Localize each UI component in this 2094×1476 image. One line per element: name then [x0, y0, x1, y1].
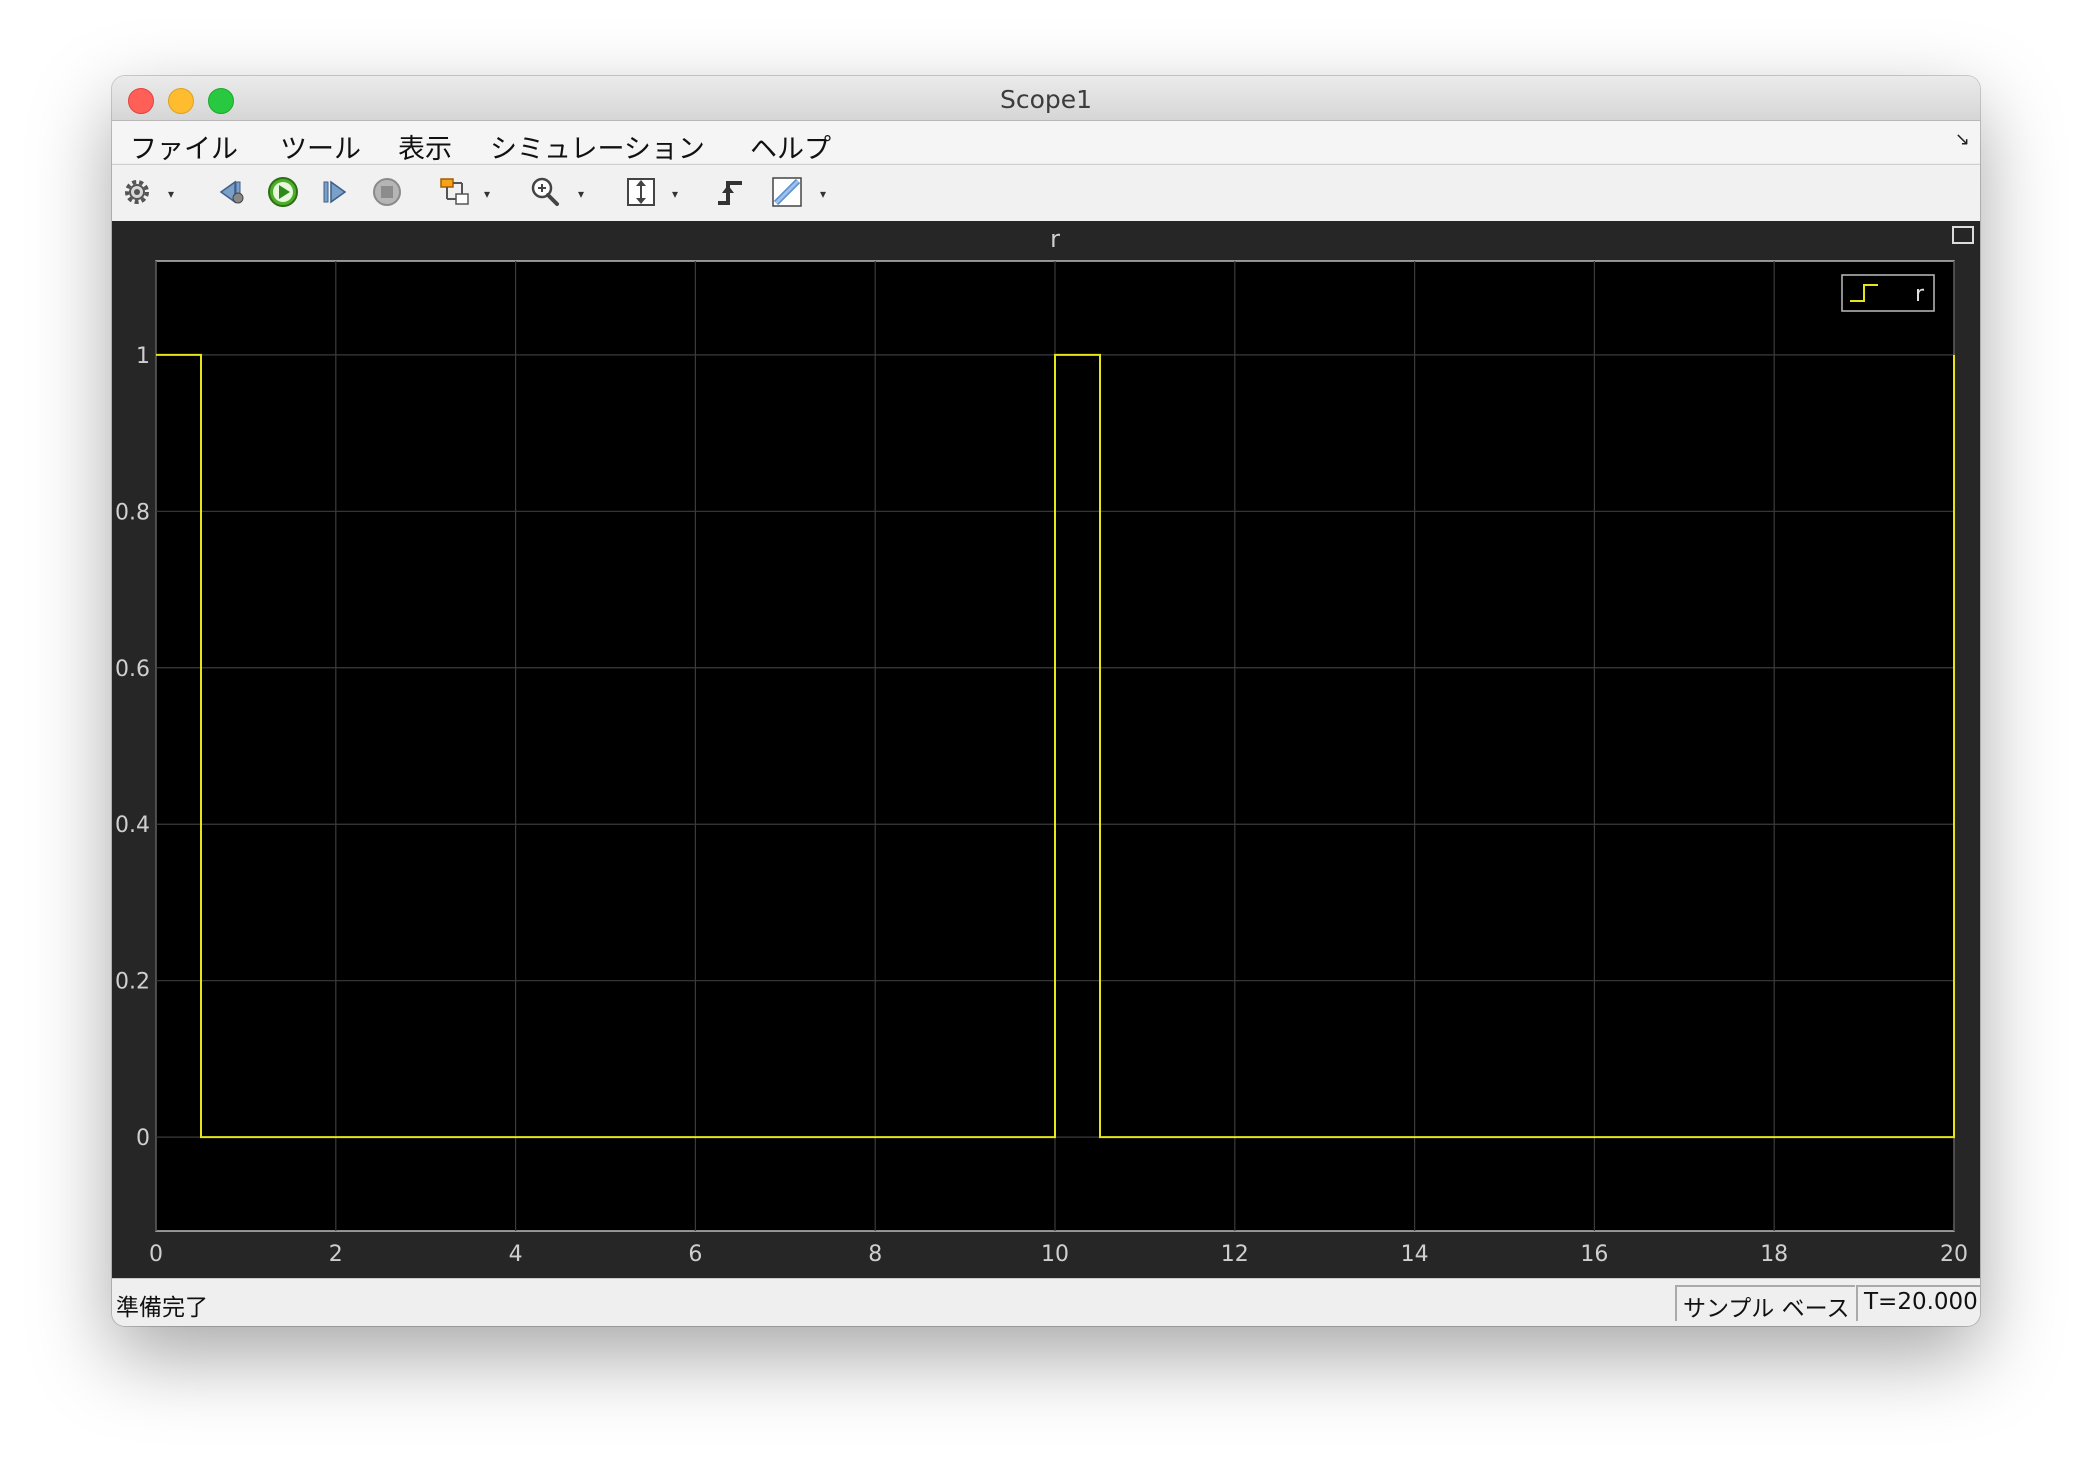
y-tick-label: 1	[136, 344, 150, 369]
x-tick-label: 2	[329, 1242, 343, 1267]
y-tick-label: 0	[136, 1126, 150, 1151]
status-bar: 準備完了 サンプル ベース T=20.000	[112, 1278, 1980, 1326]
time-cell: T=20.000	[1856, 1285, 1980, 1321]
x-tick-label: 10	[1041, 1242, 1069, 1267]
block-diagram-icon[interactable]	[436, 173, 474, 211]
menu-view[interactable]: 表示	[398, 127, 452, 166]
scope-window: Scope1 ファイル ツール 表示 シミュレーション ヘルプ ↘ ▾ ▾ ▾ …	[112, 76, 1980, 1326]
scope-display: r 0 2 4 6 8 10 12 14 16 18 20 0 0.2 0.4 0.6 0.8 1 r	[112, 221, 1980, 1278]
undock-arrow-icon[interactable]: ↘	[1955, 129, 1970, 150]
y-tick-label: 0.2	[115, 970, 150, 995]
y-tick-label: 0.8	[115, 500, 150, 525]
step-forward-icon[interactable]	[316, 173, 354, 211]
menu-simulation[interactable]: シミュレーション	[490, 127, 705, 166]
zoom-in-icon[interactable]	[526, 173, 564, 211]
stop-icon[interactable]	[368, 173, 406, 211]
menu-help[interactable]: ヘルプ	[750, 127, 831, 166]
status-text: 準備完了	[116, 1295, 208, 1321]
x-tick-label: 0	[149, 1242, 163, 1267]
scale-y-axis-icon[interactable]	[622, 173, 660, 211]
menu-file[interactable]: ファイル	[130, 127, 238, 166]
gear-icon[interactable]	[118, 173, 156, 211]
measurements-dropdown-icon[interactable]: ▾	[816, 187, 830, 201]
x-tick-label: 20	[1940, 1242, 1968, 1267]
highlight-block-dropdown-icon[interactable]: ▾	[480, 187, 494, 201]
settings-dropdown-icon[interactable]: ▾	[164, 187, 178, 201]
title-bar[interactable]: Scope1	[112, 76, 1980, 121]
sample-mode-cell: サンプル ベース	[1675, 1285, 1855, 1322]
x-tick-label: 8	[868, 1242, 882, 1267]
ruler-icon[interactable]	[768, 173, 806, 211]
plot-title: r	[1050, 225, 1060, 253]
legend-entry: r	[1915, 282, 1925, 307]
window-title: Scope1	[999, 85, 1093, 114]
x-tick-label: 6	[688, 1242, 702, 1267]
x-tick-label: 12	[1221, 1242, 1249, 1267]
toolbar: ▾ ▾ ▾ ▾ ▾	[112, 164, 1980, 222]
x-tick-label: 16	[1580, 1242, 1608, 1267]
menu-tools[interactable]: ツール	[280, 127, 361, 166]
y-tick-label: 0.6	[115, 657, 150, 682]
play-icon[interactable]	[264, 173, 302, 211]
expand-icon[interactable]	[1952, 226, 1974, 244]
y-tick-label: 0.4	[115, 813, 150, 838]
step-back-icon[interactable]	[212, 173, 250, 211]
menu-bar: ファイル ツール 表示 シミュレーション ヘルプ ↘	[112, 121, 1980, 166]
x-tick-label: 4	[509, 1242, 523, 1267]
x-tick-label: 18	[1760, 1242, 1788, 1267]
x-tick-label: 14	[1401, 1242, 1429, 1267]
zoom-dropdown-icon[interactable]: ▾	[574, 187, 588, 201]
scale-axes-dropdown-icon[interactable]: ▾	[668, 187, 682, 201]
plot-area[interactable]: r 0 2 4 6 8 10 12 14 16 18 20 0 0.2 0.4 0.6 0.8 1 r	[112, 221, 1980, 1278]
trigger-icon[interactable]	[712, 173, 750, 211]
